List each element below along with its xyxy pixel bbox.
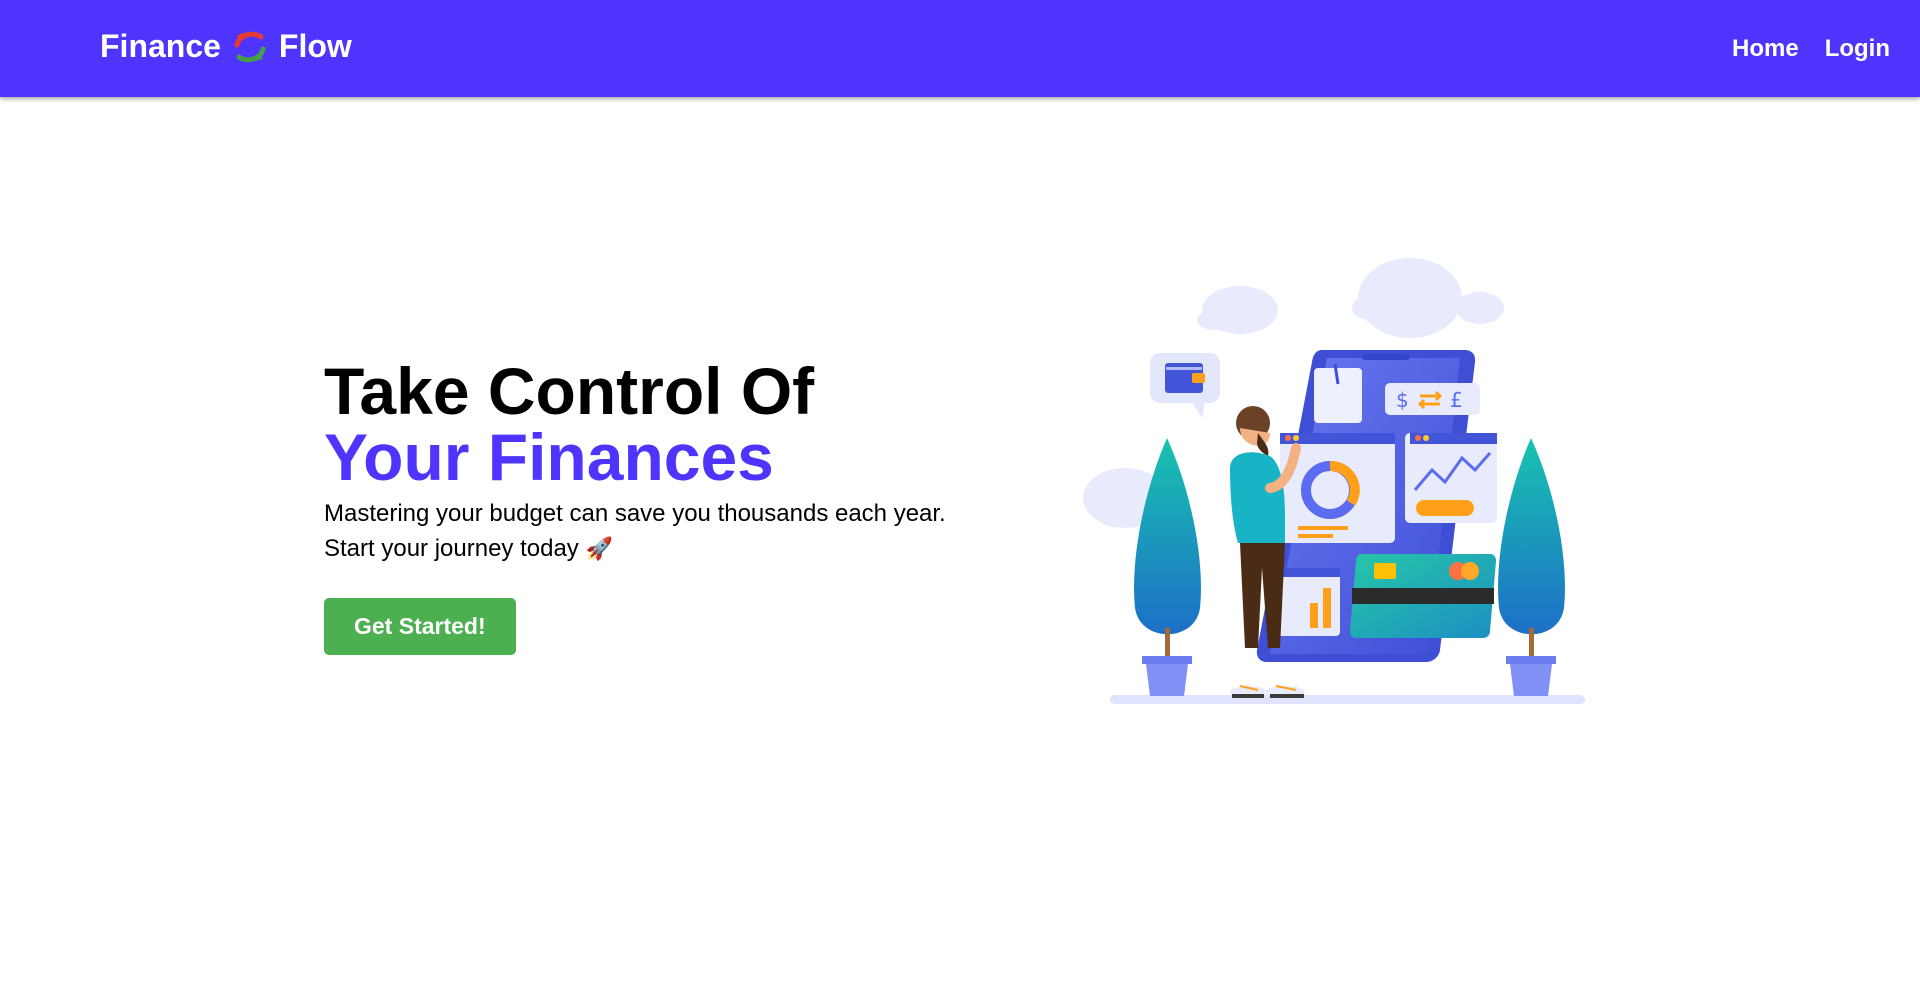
navbar: Finance Flow Home Login bbox=[0, 0, 1920, 97]
currency-card: $ £ bbox=[1385, 383, 1480, 415]
exchange-arrows-icon bbox=[234, 31, 266, 62]
hero-section: Take Control Of Your Finances Mastering … bbox=[324, 358, 946, 655]
dollar-symbol: $ bbox=[1396, 388, 1409, 412]
hero-title-line2: Your Finances bbox=[324, 420, 774, 494]
brand-name-left: Finance bbox=[100, 28, 221, 64]
hero-subtitle: Mastering your budget can save you thous… bbox=[324, 496, 946, 566]
finance-illustration: $ £ bbox=[1083, 258, 1585, 704]
hero-title: Take Control Of Your Finances bbox=[324, 358, 946, 490]
pound-symbol: £ bbox=[1450, 388, 1463, 412]
get-started-button[interactable]: Get Started! bbox=[324, 598, 516, 655]
line-chart-card bbox=[1405, 433, 1497, 523]
hero-subtitle-line2: Start your journey today bbox=[324, 535, 579, 562]
bar-chart-card bbox=[1275, 568, 1340, 636]
brand-logo[interactable]: Finance Flow bbox=[100, 27, 352, 67]
wallet-icon bbox=[1150, 353, 1220, 418]
right-tree bbox=[1498, 438, 1565, 696]
ground bbox=[1110, 695, 1585, 704]
note-card bbox=[1314, 363, 1362, 423]
nav-links: Home Login bbox=[1732, 35, 1890, 63]
credit-card bbox=[1350, 554, 1496, 638]
hero-subtitle-line1: Mastering your budget can save you thous… bbox=[324, 500, 946, 527]
nav-link-login[interactable]: Login bbox=[1825, 35, 1890, 63]
brand-name-right: Flow bbox=[278, 28, 352, 64]
rocket-icon: 🚀 bbox=[585, 536, 613, 561]
nav-link-home[interactable]: Home bbox=[1732, 35, 1799, 63]
hero-title-line1: Take Control Of bbox=[324, 354, 815, 428]
